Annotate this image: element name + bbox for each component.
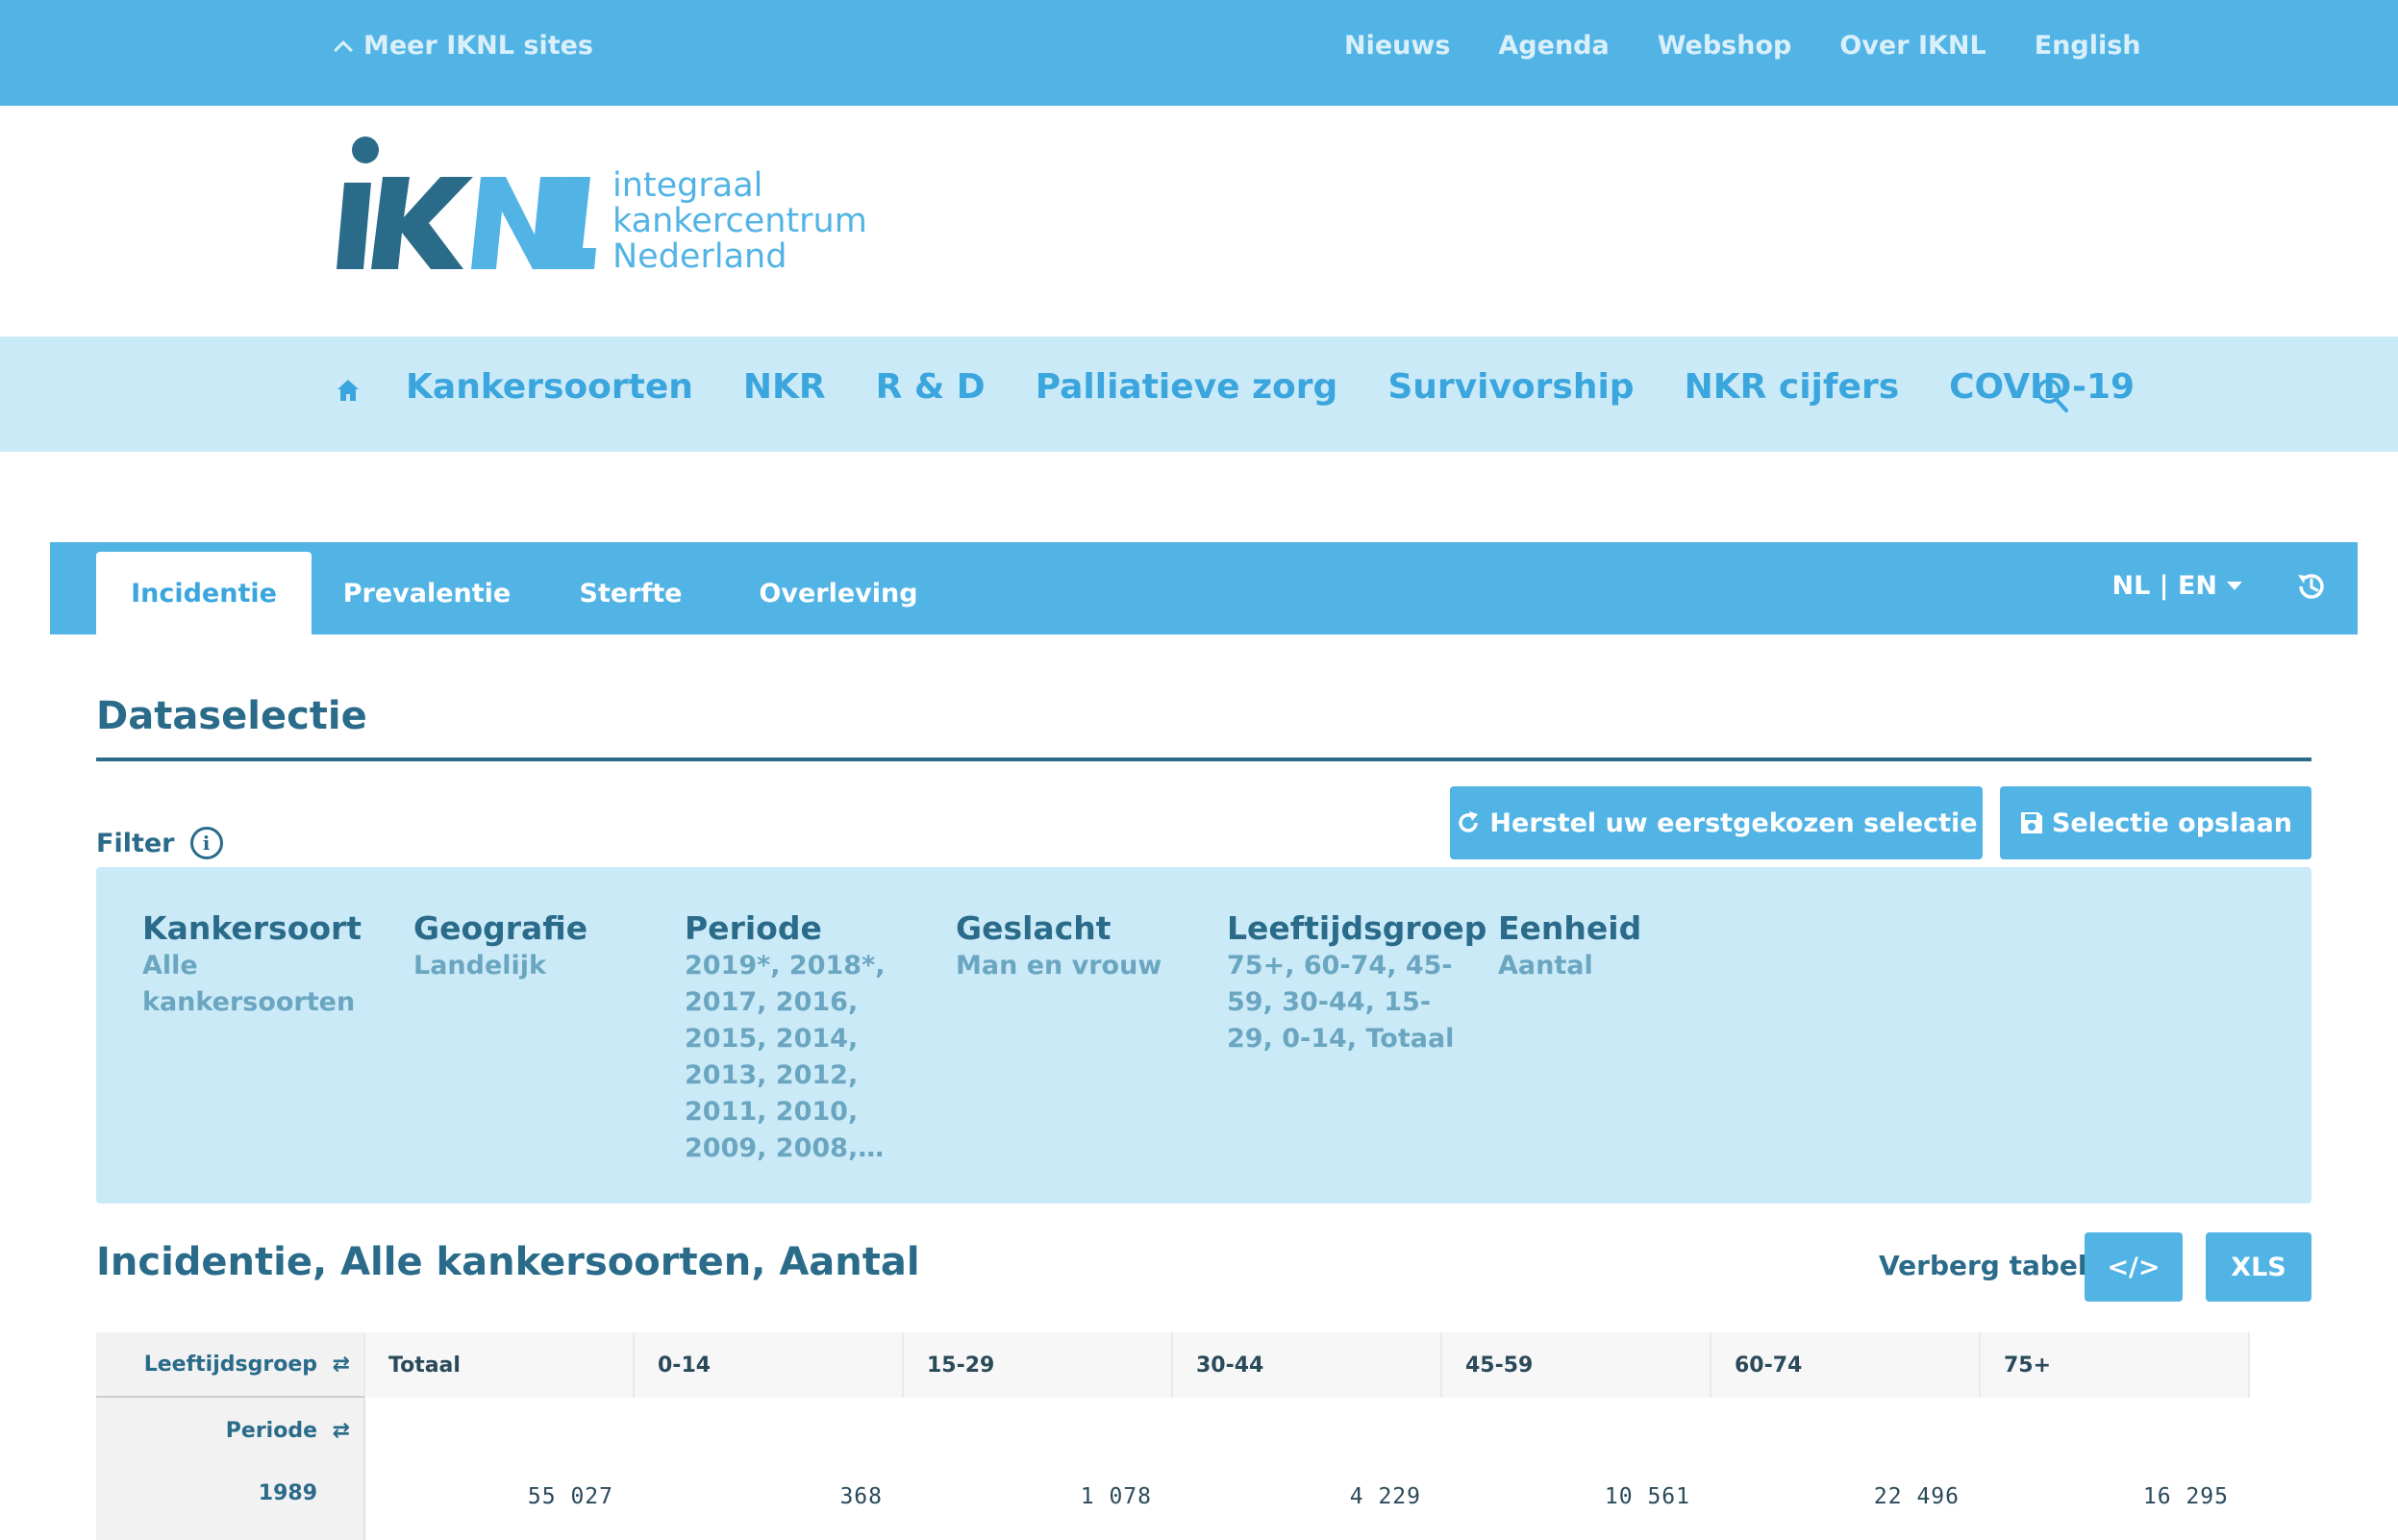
table-cell: 368	[839, 1484, 883, 1509]
nav-item-survivorship[interactable]: Survivorship	[1387, 367, 1634, 407]
row-header-periode-label: Periode	[225, 1419, 317, 1443]
tab-prevalentie[interactable]: Prevalentie	[312, 552, 542, 634]
logo-line-3: Nederland	[612, 237, 787, 276]
tab-bar: Incidentie Prevalentie Sterfte Overlevin…	[50, 542, 2358, 634]
filter-label-text: Filter	[96, 828, 175, 858]
main-nav-links: Kankersoorten NKR R & D Palliatieve zorg…	[406, 367, 2135, 407]
column-header-60-74: 60-74	[1711, 1332, 1981, 1398]
xls-export-button[interactable]: XLS	[2206, 1232, 2311, 1302]
filter-eenheid-title: Eenheid	[1498, 909, 1642, 947]
filter-leeftijdsgroep: Leeftijdsgroep 75+, 60-74, 45-59, 30-44,…	[1227, 909, 1487, 1057]
language-switcher[interactable]: NL | EN	[2111, 571, 2242, 601]
top-link-english[interactable]: English	[2035, 31, 2141, 61]
xls-label: XLS	[2231, 1252, 2286, 1282]
filter-summary-panel[interactable]: Kankersoort Alle kankersoorten Geografie…	[96, 867, 2311, 1204]
top-link-agenda[interactable]: Agenda	[1498, 31, 1609, 61]
results-title: Incidentie, Alle kankersoorten, Aantal	[96, 1240, 920, 1284]
top-link-over-iknl[interactable]: Over IKNL	[1839, 31, 1986, 61]
iknl-logo[interactable]: integraal kankercentrum Nederland	[337, 135, 875, 279]
filter-kankersoort-title: Kankersoort	[142, 909, 362, 947]
filter-leeftijdsgroep-title: Leeftijdsgroep	[1227, 909, 1487, 947]
swap-icon: ⇄	[332, 1419, 350, 1443]
verberg-tabel-link[interactable]: Verberg tabel	[1879, 1250, 2086, 1281]
row-header-periode[interactable]: Periode ⇄	[96, 1398, 365, 1465]
meer-iknl-sites-link[interactable]: Meer IKNL sites	[334, 31, 593, 61]
tab-incidentie[interactable]: Incidentie	[96, 552, 312, 634]
filter-geografie-value: Landelijk	[413, 951, 547, 981]
table-cell: 4 229	[1349, 1484, 1421, 1509]
filter-kankersoort-value: Alle kankersoorten	[142, 951, 356, 1017]
filter-label: Filter i	[96, 827, 223, 859]
filter-eenheid: Eenheid Aantal	[1498, 909, 1729, 984]
column-header-30-44: 30-44	[1173, 1332, 1442, 1398]
table-cell: 22 496	[1873, 1484, 1960, 1509]
filter-geografie: Geografie Landelijk	[413, 909, 644, 984]
filter-leeftijdsgroep-value: 75+, 60-74, 45-59, 30-44, 15-29, 0-14, T…	[1227, 951, 1455, 1054]
top-link-webshop[interactable]: Webshop	[1658, 31, 1792, 61]
nav-item-r-en-d[interactable]: R & D	[876, 367, 986, 407]
save-icon	[2020, 812, 2042, 833]
info-icon[interactable]: i	[189, 827, 223, 859]
iknl-logo-mark	[337, 137, 596, 269]
row-label-1989: 1989	[96, 1465, 365, 1540]
selectie-opslaan-label: Selectie opslaan	[2051, 807, 2293, 838]
logo-line-1: integraal	[612, 166, 763, 205]
nav-item-kankersoorten[interactable]: Kankersoorten	[406, 367, 693, 407]
refresh-icon	[1459, 811, 1479, 832]
caret-down-icon	[2227, 582, 2242, 590]
table-cell: 16 295	[2142, 1484, 2229, 1509]
language-label: NL | EN	[2111, 571, 2217, 601]
top-utility-bar: Meer IKNL sites Nieuws Agenda Webshop Ov…	[0, 0, 2398, 106]
filter-geografie-title: Geografie	[413, 909, 588, 947]
top-links: Nieuws Agenda Webshop Over IKNL English	[1344, 31, 2141, 61]
history-icon[interactable]	[2294, 569, 2329, 604]
herstel-selectie-label: Herstel uw eerstgekozen selectie	[1489, 807, 1978, 838]
logo-line-2: kankercentrum	[612, 202, 867, 240]
code-icon: </>	[2107, 1252, 2161, 1282]
column-header-45-59: 45-59	[1442, 1332, 1711, 1398]
column-header-75plus: 75+	[1981, 1332, 2250, 1398]
embed-code-button[interactable]: </>	[2085, 1232, 2183, 1302]
herstel-selectie-button[interactable]: Herstel uw eerstgekozen selectie	[1450, 786, 1983, 859]
dataselectie-heading: Dataselectie	[96, 694, 367, 738]
column-header-15-29: 15-29	[904, 1332, 1173, 1398]
table-cell: 10 561	[1604, 1484, 1690, 1509]
tab-overleving[interactable]: Overleving	[719, 552, 958, 634]
filter-periode-value: 2019*, 2018*, 2017, 2016, 2015, 2014, 20…	[685, 951, 886, 1163]
section-divider	[96, 758, 2311, 761]
tab-sterfte[interactable]: Sterfte	[542, 552, 719, 634]
filter-periode: Periode 2019*, 2018*, 2017, 2016, 2015, …	[685, 909, 915, 1167]
filter-kankersoort: Kankersoort Alle kankersoorten	[142, 909, 373, 1021]
filter-geslacht-value: Man en vrouw	[956, 951, 1162, 981]
chevron-up-icon	[334, 39, 353, 60]
filter-geslacht-title: Geslacht	[956, 909, 1112, 947]
nav-item-nkr[interactable]: NKR	[743, 367, 826, 407]
filter-eenheid-value: Aantal	[1498, 951, 1593, 981]
table-header-row: Leeftijdsgroep ⇄ Totaal 0-14 15-29 30-44…	[96, 1332, 2250, 1398]
logo-tagline: integraal kankercentrum Nederland	[612, 168, 867, 275]
swap-icon: ⇄	[332, 1352, 350, 1377]
corner-column-label: Leeftijdsgroep	[143, 1352, 317, 1377]
meer-iknl-sites-label: Meer IKNL sites	[363, 31, 593, 61]
column-header-0-14: 0-14	[635, 1332, 904, 1398]
nav-item-nkr-cijfers[interactable]: NKR cijfers	[1685, 367, 1900, 407]
top-link-nieuws[interactable]: Nieuws	[1344, 31, 1450, 61]
table-cell: 55 027	[527, 1484, 613, 1509]
corner-column-header[interactable]: Leeftijdsgroep ⇄	[96, 1332, 365, 1398]
column-header-totaal: Totaal	[365, 1332, 635, 1398]
nav-item-palliatieve-zorg[interactable]: Palliatieve zorg	[1036, 367, 1338, 407]
home-icon[interactable]	[337, 378, 360, 403]
filter-periode-title: Periode	[685, 909, 822, 947]
selectie-opslaan-button[interactable]: Selectie opslaan	[2000, 786, 2311, 859]
filter-geslacht: Geslacht Man en vrouw	[956, 909, 1187, 984]
search-icon[interactable]	[2035, 377, 2069, 413]
table-cell: 1 078	[1080, 1484, 1152, 1509]
